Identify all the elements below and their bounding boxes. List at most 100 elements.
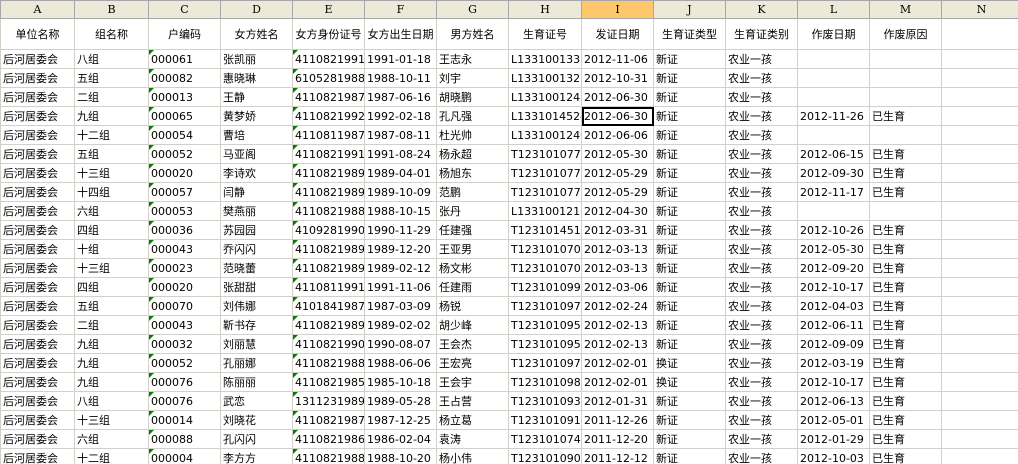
cell-b[interactable]: 五组: [74, 296, 149, 316]
cell-e[interactable]: 41108219881: [292, 448, 365, 464]
cell-d[interactable]: 张甜甜: [220, 277, 293, 297]
cell-m[interactable]: 已生育: [869, 182, 942, 202]
column-header-f[interactable]: F: [364, 0, 437, 19]
cell-g[interactable]: 王会宇: [436, 372, 509, 392]
cell-n[interactable]: [941, 163, 1018, 183]
cell-h[interactable]: T1231010706: [508, 239, 582, 259]
cell-n[interactable]: [941, 429, 1018, 449]
cell-j[interactable]: 新证: [653, 106, 726, 126]
cell-b[interactable]: 四组: [74, 277, 149, 297]
cell-i[interactable]: 2012-02-01: [581, 372, 654, 392]
cell-j[interactable]: 新证: [653, 163, 726, 183]
cell-f[interactable]: 1989-05-28: [364, 391, 437, 411]
cell-d[interactable]: 王静: [220, 87, 293, 107]
column-header-j[interactable]: J: [653, 0, 726, 19]
cell-n[interactable]: [941, 315, 1018, 335]
cell-f[interactable]: 1992-02-18: [364, 106, 437, 126]
cell-n[interactable]: [941, 87, 1018, 107]
cell-d[interactable]: 乔闪闪: [220, 239, 293, 259]
cell-g[interactable]: 杨旭东: [436, 163, 509, 183]
cell-i[interactable]: 2012-01-31: [581, 391, 654, 411]
field-header-cell[interactable]: 作废原因: [869, 18, 942, 50]
cell-c[interactable]: 000043: [148, 315, 221, 335]
cell-g[interactable]: 杨锐: [436, 296, 509, 316]
cell-l[interactable]: [797, 68, 870, 88]
cell-a[interactable]: 后河居委会: [0, 49, 75, 69]
cell-m[interactable]: 已生育: [869, 448, 942, 464]
cell-a[interactable]: 后河居委会: [0, 353, 75, 373]
cell-k[interactable]: 农业一孩: [725, 125, 798, 145]
cell-i[interactable]: 2012-03-06: [581, 277, 654, 297]
cell-e[interactable]: 41092819901: [292, 220, 365, 240]
cell-f[interactable]: 1986-02-04: [364, 429, 437, 449]
cell-n[interactable]: [941, 277, 1018, 297]
cell-n[interactable]: [941, 372, 1018, 392]
cell-m[interactable]: [869, 201, 942, 221]
cell-e[interactable]: 41108219890: [292, 315, 365, 335]
cell-e[interactable]: 41108219910: [292, 144, 365, 164]
cell-g[interactable]: 杜光帅: [436, 125, 509, 145]
column-header-h[interactable]: H: [508, 0, 582, 19]
cell-c[interactable]: 000013: [148, 87, 221, 107]
cell-i[interactable]: 2012-02-13: [581, 315, 654, 335]
cell-c[interactable]: 000023: [148, 258, 221, 278]
cell-h[interactable]: T1231010955: [508, 315, 582, 335]
cell-c[interactable]: 000076: [148, 372, 221, 392]
cell-n[interactable]: [941, 182, 1018, 202]
cell-k[interactable]: 农业一孩: [725, 106, 798, 126]
cell-d[interactable]: 张凯丽: [220, 49, 293, 69]
cell-g[interactable]: 袁涛: [436, 429, 509, 449]
cell-e[interactable]: 13112319890: [292, 391, 365, 411]
cell-c[interactable]: 000082: [148, 68, 221, 88]
cell-l[interactable]: 2012-05-01: [797, 410, 870, 430]
cell-n[interactable]: [941, 201, 1018, 221]
field-header-cell[interactable]: 户编码: [148, 18, 221, 50]
cell-k[interactable]: 农业一孩: [725, 448, 798, 464]
cell-a[interactable]: 后河居委会: [0, 182, 75, 202]
cell-i[interactable]: 2012-05-29: [581, 163, 654, 183]
cell-d[interactable]: 闫静: [220, 182, 293, 202]
cell-n[interactable]: [941, 448, 1018, 464]
cell-f[interactable]: 1985-10-18: [364, 372, 437, 392]
cell-j[interactable]: 新证: [653, 429, 726, 449]
cell-d[interactable]: 惠晓琳: [220, 68, 293, 88]
cell-a[interactable]: 后河居委会: [0, 163, 75, 183]
cell-f[interactable]: 1989-02-02: [364, 315, 437, 335]
cell-n[interactable]: [941, 49, 1018, 69]
cell-e[interactable]: 41018419870: [292, 296, 365, 316]
field-header-cell[interactable]: 组名称: [74, 18, 149, 50]
cell-k[interactable]: 农业一孩: [725, 353, 798, 373]
cell-b[interactable]: 八组: [74, 49, 149, 69]
cell-d[interactable]: 靳书存: [220, 315, 293, 335]
cell-l[interactable]: 2012-06-11: [797, 315, 870, 335]
cell-d[interactable]: 刘晓花: [220, 410, 293, 430]
cell-h[interactable]: L1331001217: [508, 201, 582, 221]
cell-j[interactable]: 新证: [653, 277, 726, 297]
cell-k[interactable]: 农业一孩: [725, 372, 798, 392]
cell-j[interactable]: 新证: [653, 448, 726, 464]
cell-h[interactable]: T1231010917: [508, 410, 582, 430]
cell-j[interactable]: 新证: [653, 334, 726, 354]
cell-d[interactable]: 范晓蕾: [220, 258, 293, 278]
cell-c[interactable]: 000054: [148, 125, 221, 145]
cell-b[interactable]: 九组: [74, 106, 149, 126]
cell-b[interactable]: 九组: [74, 372, 149, 392]
column-header-a[interactable]: A: [0, 0, 75, 19]
cell-i[interactable]: 2012-06-30: [581, 87, 654, 107]
cell-g[interactable]: 杨立葛: [436, 410, 509, 430]
cell-e[interactable]: 61052819880: [292, 68, 365, 88]
cell-f[interactable]: 1989-10-09: [364, 182, 437, 202]
cell-j[interactable]: 新证: [653, 144, 726, 164]
cell-i[interactable]: 2012-02-24: [581, 296, 654, 316]
column-header-n[interactable]: N: [941, 0, 1018, 19]
cell-g[interactable]: 范鹏: [436, 182, 509, 202]
cell-k[interactable]: 农业一孩: [725, 296, 798, 316]
cell-k[interactable]: 农业一孩: [725, 315, 798, 335]
cell-m[interactable]: 已生育: [869, 334, 942, 354]
cell-h[interactable]: L1331014524: [508, 106, 582, 126]
cell-e[interactable]: 41108219851: [292, 372, 365, 392]
cell-i[interactable]: 2012-02-01: [581, 353, 654, 373]
cell-e[interactable]: 41108219890: [292, 163, 365, 183]
cell-n[interactable]: [941, 353, 1018, 373]
cell-j[interactable]: 新证: [653, 49, 726, 69]
